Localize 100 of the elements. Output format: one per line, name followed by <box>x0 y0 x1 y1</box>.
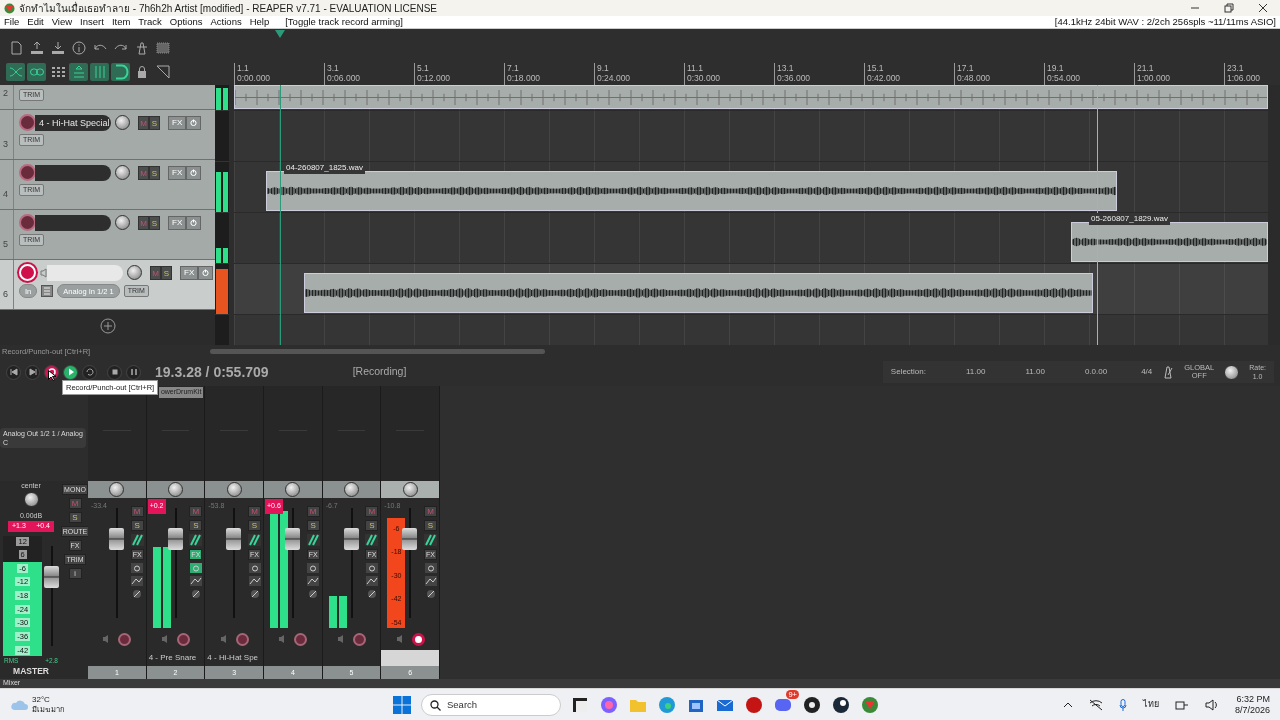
volume-fader[interactable] <box>109 528 124 550</box>
menu-item[interactable]: Actions <box>210 14 242 30</box>
envelope-icon[interactable] <box>365 576 378 586</box>
solo-button[interactable]: S <box>306 520 320 531</box>
toolbar-toggle[interactable] <box>90 63 109 81</box>
horizontal-scrollbar[interactable] <box>210 349 546 354</box>
windows-start-icon[interactable] <box>392 695 412 715</box>
power-icon[interactable] <box>248 563 261 573</box>
envelope-icon[interactable] <box>248 576 261 586</box>
copilot-icon[interactable] <box>599 695 619 715</box>
routing-icon[interactable] <box>424 534 438 546</box>
pan-knob[interactable] <box>226 482 242 497</box>
phase-icon[interactable] <box>308 589 319 599</box>
solo-button[interactable]: S <box>248 520 261 531</box>
solo-button[interactable]: S <box>68 512 82 523</box>
power-icon[interactable] <box>307 563 320 573</box>
power-icon[interactable] <box>131 563 144 573</box>
routing-icon[interactable] <box>306 534 320 546</box>
add-track-icon[interactable] <box>99 318 116 334</box>
power-icon[interactable] <box>424 563 437 573</box>
menu-item[interactable]: Item <box>111 14 131 30</box>
close-icon[interactable] <box>1258 3 1268 13</box>
volume-knob[interactable] <box>115 115 130 130</box>
solo-button[interactable]: S <box>365 520 379 531</box>
media-app-icon[interactable] <box>802 695 822 715</box>
volume-fader[interactable] <box>285 528 300 550</box>
phase-icon[interactable] <box>132 589 143 599</box>
envelope-icon[interactable] <box>189 576 202 586</box>
microphone-icon[interactable] <box>1118 698 1127 711</box>
volume-knob[interactable] <box>115 215 130 230</box>
envelope-icon[interactable] <box>131 576 144 586</box>
fx-bypass-button[interactable] <box>186 115 202 130</box>
volume-fader[interactable] <box>167 528 183 550</box>
volume-fader[interactable] <box>226 528 242 550</box>
menu-item[interactable]: View <box>51 14 73 30</box>
game-launcher-icon[interactable] <box>831 695 851 715</box>
track-name-field[interactable] <box>381 650 440 666</box>
speaker-icon[interactable] <box>161 634 169 644</box>
transport-button[interactable] <box>25 364 40 380</box>
pan-knob[interactable] <box>402 482 418 497</box>
speaker-icon[interactable] <box>219 634 228 644</box>
solo-button[interactable]: S <box>149 115 160 130</box>
toolbar-button[interactable] <box>69 39 88 57</box>
clock-date[interactable]: 8/7/2026 <box>1234 704 1270 716</box>
browser-icon[interactable] <box>657 695 677 715</box>
transport-button[interactable] <box>6 364 21 380</box>
fx-bypass-button[interactable] <box>198 265 214 280</box>
speaker-icon[interactable] <box>102 634 111 644</box>
phase-icon[interactable] <box>190 589 201 599</box>
routing-icon[interactable] <box>248 534 261 546</box>
routing-icon[interactable] <box>189 534 203 546</box>
volume-fader[interactable] <box>402 528 418 550</box>
solo-button[interactable]: S <box>424 520 438 531</box>
solo-button[interactable]: S <box>149 215 160 230</box>
solo-button[interactable]: S <box>149 165 160 180</box>
toolbar-toggle[interactable] <box>111 63 130 81</box>
menu-item[interactable]: Insert <box>80 14 104 30</box>
solo-button[interactable]: S <box>130 520 144 531</box>
menu-item[interactable]: Track <box>138 14 162 30</box>
speaker-icon[interactable] <box>395 634 404 644</box>
pan-knob[interactable] <box>285 482 301 497</box>
task-view-icon[interactable] <box>570 695 590 715</box>
search-field[interactable]: Search <box>421 694 561 716</box>
pan-knob[interactable] <box>344 482 359 497</box>
volume-fader[interactable] <box>44 565 60 588</box>
volume-knob[interactable] <box>115 165 130 180</box>
menu-item[interactable]: File <box>4 14 20 30</box>
routing-icon[interactable] <box>365 534 379 546</box>
speaker-icon[interactable] <box>337 634 345 644</box>
power-icon[interactable] <box>365 563 378 573</box>
track-name-field[interactable]: 4 - Hi-Hat Special <box>35 114 111 131</box>
phase-icon[interactable] <box>249 589 260 599</box>
power-icon[interactable] <box>189 563 202 573</box>
network-off-icon[interactable] <box>1088 698 1103 711</box>
daw-app-icon[interactable] <box>860 695 880 715</box>
record-app-icon[interactable] <box>744 695 764 715</box>
menu-item[interactable]: Options <box>169 14 203 30</box>
menu-item[interactable]: Edit <box>27 14 44 30</box>
solo-button[interactable]: S <box>161 265 172 280</box>
toolbar-toggle[interactable] <box>69 63 88 81</box>
pan-knob[interactable] <box>168 482 183 497</box>
transport-button[interactable] <box>107 364 122 380</box>
language-indicator[interactable]: ไทย <box>1142 697 1159 712</box>
phase-icon[interactable] <box>425 589 436 599</box>
pan-knob[interactable] <box>23 491 39 507</box>
envelope-icon[interactable] <box>424 576 437 586</box>
transport-button[interactable] <box>63 364 78 380</box>
envelope-icon[interactable] <box>307 576 320 586</box>
metronome-icon[interactable] <box>1162 365 1175 379</box>
restore-icon[interactable] <box>1224 3 1234 13</box>
chevron-up-icon[interactable] <box>1062 700 1073 709</box>
speaker-icon[interactable] <box>278 634 287 644</box>
fx-bypass-button[interactable] <box>186 215 202 230</box>
pan-knob[interactable] <box>109 482 125 497</box>
track-name-field[interactable] <box>47 264 123 281</box>
clock-time[interactable]: 6:32 PM <box>1236 693 1270 705</box>
toolbar-toggle[interactable] <box>27 63 46 81</box>
volume-fader[interactable] <box>343 528 359 550</box>
solo-button[interactable]: S <box>189 520 203 531</box>
phase-icon[interactable] <box>366 589 377 599</box>
